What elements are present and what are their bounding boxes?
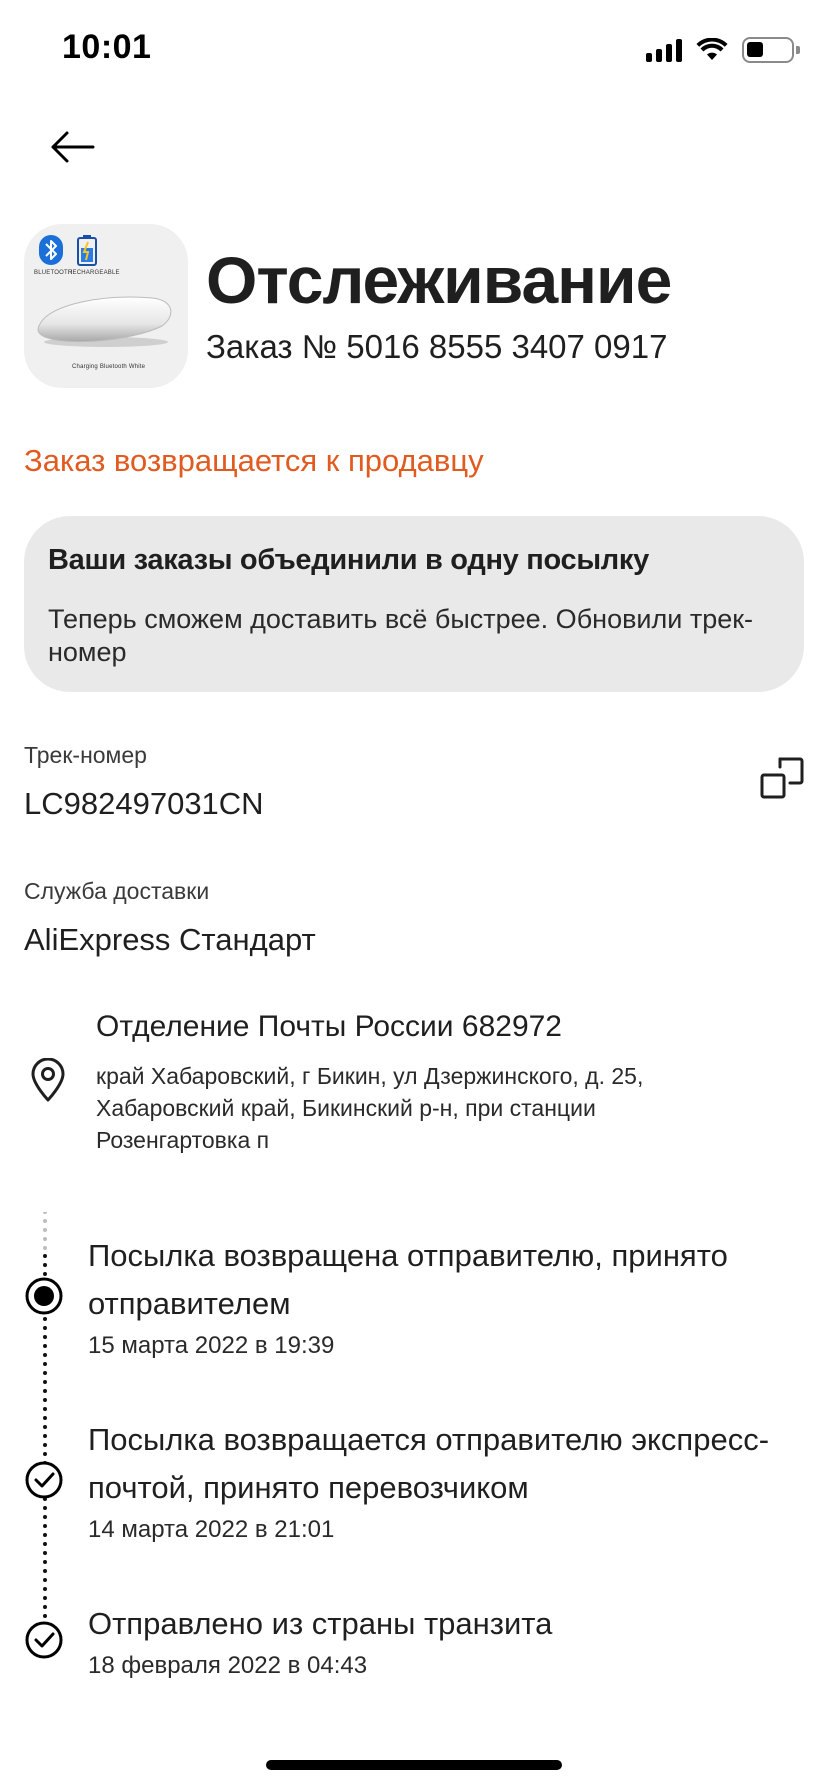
rechargeable-label: RECHARGEABLE [68, 270, 120, 276]
order-status: Заказ возвращается к продавцу [24, 443, 484, 478]
status-bar: 10:01 [0, 0, 828, 100]
pickup-point-title: Отделение Почты России 682972 [96, 1010, 562, 1043]
bluetooth-label: BLUETOOTH [34, 270, 73, 276]
tracking-number-value[interactable]: LC982497031CN [24, 786, 264, 822]
pickup-point-address: край Хабаровский, г Бикин, ул Дзержинско… [96, 1063, 644, 1153]
battery-charge-icon [77, 235, 97, 266]
timeline-event-title: Посылка возвращается отправителю экспрес… [88, 1422, 770, 1505]
product-image: BLUETOOTH RECHARGEABLE Charging Bluetoot… [24, 224, 188, 388]
status-icons [646, 34, 800, 66]
timeline-event-date: 18 февраля 2022 в 04:43 [88, 1652, 368, 1679]
timeline-event-date: 15 марта 2022 в 19:39 [88, 1332, 335, 1359]
delivery-service-value: AliExpress Стандарт [24, 922, 316, 957]
check-circle-icon [25, 1461, 63, 1499]
wifi-icon [696, 38, 728, 60]
page-title: Отслеживание [206, 243, 672, 317]
delivery-service-label: Служба доставки [24, 878, 210, 904]
check-circle-icon [25, 1621, 63, 1659]
cellular-signal-icon [646, 38, 682, 62]
copy-icon [760, 757, 804, 799]
timeline-event-title: Посылка возвращена отправителю, принято … [88, 1238, 728, 1321]
merged-parcel-banner: Ваши заказы объединили в одну посылку Те… [24, 516, 804, 692]
mouse-illustration [37, 296, 172, 347]
home-indicator[interactable] [266, 1760, 562, 1770]
status-time: 10:01 [62, 28, 152, 66]
timeline-current-icon [25, 1277, 63, 1315]
product-caption: Charging Bluetooth White [72, 364, 146, 370]
copy-button[interactable] [760, 755, 806, 801]
banner-title: Ваши заказы объединили в одну посылку [48, 544, 649, 576]
bluetooth-icon [39, 235, 63, 265]
timeline-connector [43, 1212, 47, 1632]
timeline-event-date: 14 марта 2022 в 21:01 [88, 1516, 335, 1543]
back-button[interactable] [42, 122, 102, 172]
tracking-screen: 10:01 BLUETOOTH RECHARGEABLE Charging Bl… [0, 0, 828, 1792]
order-number: Заказ № 5016 8555 3407 0917 [206, 328, 668, 365]
banner-text: Теперь сможем доставить всё быстрее. Обн… [48, 604, 754, 667]
location-pin-icon [31, 1058, 65, 1102]
battery-icon [742, 37, 800, 63]
arrow-left-icon [51, 131, 95, 163]
timeline-event-title: Отправлено из страны транзита [88, 1606, 553, 1641]
tracking-number-label: Трек-номер [24, 742, 147, 768]
